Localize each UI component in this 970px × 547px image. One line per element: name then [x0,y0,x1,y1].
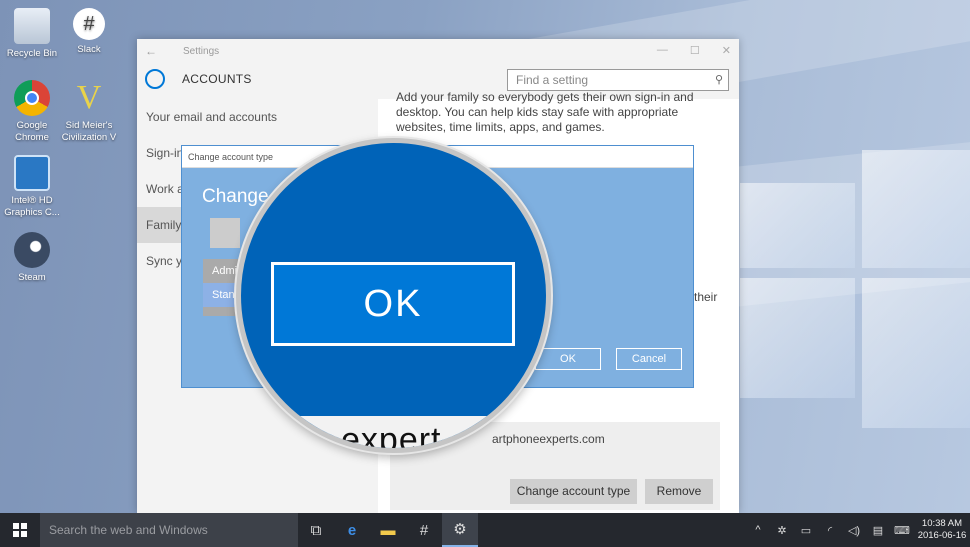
maximize-icon[interactable]: ☐ [690,44,700,57]
desktop-icon-civilization[interactable]: V Sid Meier's Civilization V [59,80,119,144]
windows-logo-pane [862,278,970,428]
notifications-icon[interactable]: ▤ [866,524,890,537]
settings-titlebar: ← Settings [137,39,739,63]
battery-icon[interactable]: ▭ [794,524,818,537]
windows-logo-pane [740,278,855,398]
desktop-icon-label: Google Chrome [15,120,49,143]
gear-icon [145,69,165,89]
slack-icon: # [73,8,105,40]
settings-header: ACCOUNTS [145,69,252,89]
search-placeholder: Find a setting [516,73,589,87]
windows-logo-pane [740,183,855,268]
remove-button[interactable]: Remove [645,479,713,504]
edge-icon[interactable]: e [334,513,370,547]
magnified-text: expert [341,421,442,453]
civilization-icon: V [76,79,102,116]
family-description: Add your family so everybody gets their … [396,90,694,134]
page-title: ACCOUNTS [182,72,252,86]
chevron-up-icon[interactable]: ^ [746,524,770,536]
keyboard-icon[interactable]: ⌨ [890,524,914,537]
slack-tray-icon[interactable]: ✲ [770,524,794,537]
clock[interactable]: 10:38 AM 2016-06-16 [914,518,970,542]
dialog-heading: Change [202,186,269,207]
desktop-icon-slack[interactable]: # Slack [59,8,119,56]
chrome-icon [14,80,50,116]
taskbar-search-input[interactable]: Search the web and Windows [40,513,298,547]
desktop-icon-label: Steam [18,272,46,283]
start-button[interactable] [0,513,40,547]
clock-date: 2016-06-16 [917,530,967,541]
nav-item-email-accounts[interactable]: Your email and accounts [137,99,378,135]
desktop-icon-steam[interactable]: Steam [2,232,62,284]
desktop-icon-label: Sid Meier's Civilization V [61,120,117,143]
magnifier-callout: expert OK [236,138,551,453]
desktop-icon-chrome[interactable]: Google Chrome [2,80,62,144]
windows-logo-pane [862,150,970,268]
clock-time: 10:38 AM [921,518,963,529]
settings-taskbar-icon[interactable]: ⚙ [442,513,478,547]
search-input[interactable]: Find a setting ⚲ [507,69,729,91]
desktop-icon-label: Slack [77,44,101,55]
wifi-icon[interactable]: ◜ [818,524,842,537]
cancel-button[interactable]: Cancel [616,348,682,370]
close-icon[interactable]: ✕ [722,44,731,57]
desktop-icon-recycle-bin[interactable]: Recycle Bin [2,8,62,60]
desktop-icon-intel-graphics[interactable]: Intel® HD Graphics C... [2,155,62,219]
window-controls: — ☐ ✕ [657,44,731,57]
back-arrow-icon[interactable]: ← [145,44,165,58]
recycle-bin-icon [14,8,50,44]
search-icon: ⚲ [714,74,723,86]
magnified-ok-button[interactable]: OK [271,262,515,346]
minimize-icon[interactable]: — [657,44,668,57]
file-explorer-icon[interactable]: ▬ [370,513,406,547]
window-title: Settings [183,45,220,57]
intel-graphics-icon [14,155,50,191]
desktop-icon-label: Recycle Bin [6,48,58,59]
desktop-icon-label: Intel® HD Graphics C... [4,195,60,218]
steam-icon [14,232,50,268]
change-account-type-button[interactable]: Change account type [510,479,637,504]
ok-button[interactable]: OK [535,348,601,370]
description-fragment: their [694,290,718,304]
avatar [210,218,240,248]
taskbar: Search the web and Windows ⧉ e ▬ # ⚙ ^ ✲… [0,513,970,547]
volume-icon[interactable]: ◁) [842,524,866,537]
slack-taskbar-icon[interactable]: # [406,513,442,547]
task-view-icon[interactable]: ⧉ [298,513,334,547]
windows-icon [13,523,27,537]
system-tray: ^ ✲ ▭ ◜ ◁) ▤ ⌨ 10:38 AM 2016-06-16 [746,513,970,547]
